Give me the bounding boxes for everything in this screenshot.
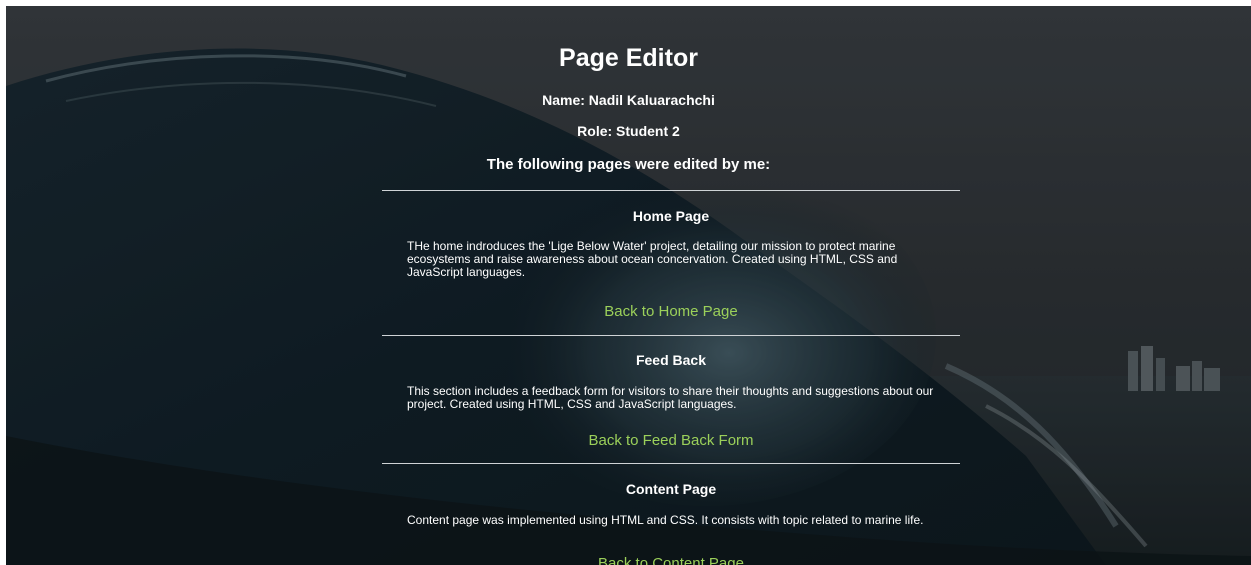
back-to-feedback-link[interactable]: Back to Feed Back Form bbox=[382, 432, 960, 449]
section-title-feedback: Feed Back bbox=[635, 352, 707, 368]
editor-name: Name: Nadil Kaluarachchi bbox=[542, 92, 715, 108]
section-divider bbox=[382, 335, 960, 336]
section-description-home: THe home indroduces the 'Lige Below Wate… bbox=[407, 239, 898, 279]
edited-pages-intro: The following pages were edited by me: bbox=[486, 156, 771, 173]
section-description-content: Content page was implemented using HTML … bbox=[407, 513, 924, 527]
editor-role: Role: Student 2 bbox=[577, 123, 680, 139]
section-title-content: Content Page bbox=[625, 481, 717, 497]
section-title-home: Home Page bbox=[632, 208, 710, 224]
section-divider bbox=[382, 190, 960, 191]
back-to-content-link[interactable]: Back to Content Page bbox=[382, 555, 960, 565]
section-divider bbox=[382, 463, 960, 464]
page-viewport: Page Editor Name: Nadil Kaluarachchi Rol… bbox=[6, 6, 1251, 565]
back-to-home-link[interactable]: Back to Home Page bbox=[382, 303, 960, 320]
section-description-feedback: This section includes a feedback form fo… bbox=[407, 384, 934, 411]
page-title: Page Editor bbox=[559, 44, 698, 72]
